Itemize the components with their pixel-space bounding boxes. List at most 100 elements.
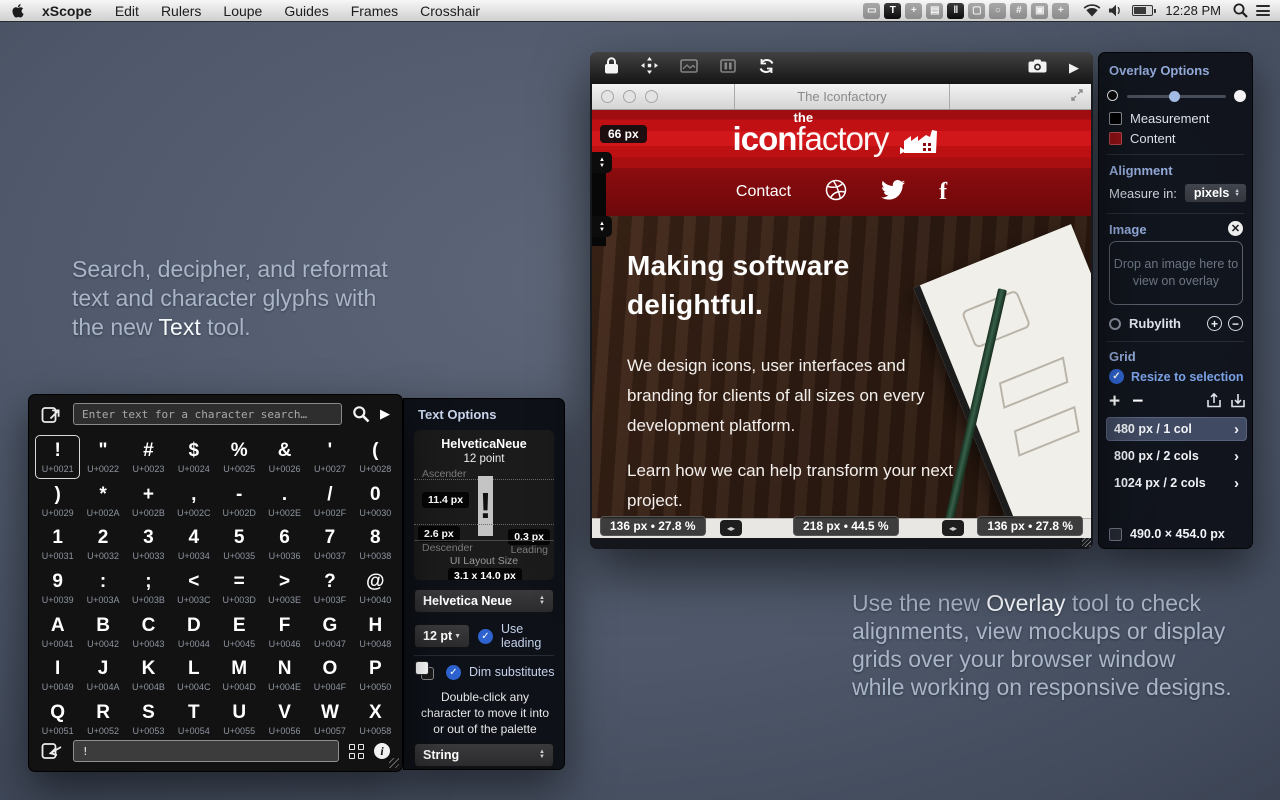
search-icon[interactable] [352,405,370,423]
text-tool-icon[interactable]: T [884,2,902,19]
menu-edit[interactable]: Edit [104,3,150,19]
opacity-slider-knob[interactable] [1169,90,1180,102]
iconfactory-logo[interactable]: the icon factory [733,110,941,158]
wifi-icon[interactable] [1083,3,1101,18]
character-cell[interactable]: % U+0025 [217,435,262,479]
character-cell[interactable]: & U+0026 [262,435,307,479]
grid-view-icon[interactable] [349,743,364,759]
character-cell[interactable]: > U+003E [262,566,307,610]
content-checkbox[interactable] [1109,132,1122,145]
character-cell[interactable]: 4 U+0034 [171,522,216,566]
expand-icon[interactable] [1071,88,1083,106]
spotlight-icon[interactable] [1233,3,1248,18]
character-cell[interactable]: + U+002B [126,479,171,523]
character-cell[interactable]: F U+0046 [262,610,307,654]
crosshair-tool-icon[interactable]: + [905,2,923,19]
grid-preset-1024[interactable]: 1024 px / 2 cols › [1106,471,1247,495]
move-icon[interactable] [641,57,658,79]
string-mode-dropdown[interactable]: String ▲ ▼ [414,743,554,767]
window-minimize-button[interactable] [623,90,636,103]
character-cell[interactable]: ? U+003F [307,566,352,610]
character-cell[interactable]: 1 U+0031 [35,522,80,566]
character-cell[interactable]: 7 U+0037 [307,522,352,566]
apple-menu[interactable] [0,3,36,19]
rubylith-decrease-button[interactable]: − [1228,316,1243,331]
character-cell[interactable]: K U+004B [126,653,171,697]
battery-icon[interactable] [1132,5,1157,16]
character-cell[interactable]: 8 U+0038 [353,522,398,566]
menu-xscope[interactable]: xScope [36,3,104,19]
measure-handle-bottom[interactable]: ▲ ▼ [592,216,612,237]
resize-grip[interactable] [389,758,399,768]
character-cell[interactable]: 0 U+0030 [353,479,398,523]
rubylith-radio[interactable] [1109,317,1121,330]
remove-grid-button[interactable]: − [1132,392,1143,411]
lock-icon[interactable] [604,57,619,79]
twitter-icon[interactable] [881,179,906,205]
measurement-checkbox[interactable] [1109,112,1122,125]
character-cell[interactable]: - U+002D [217,479,262,523]
guides-tool-icon[interactable]: + [1052,2,1070,19]
character-string-input[interactable] [73,740,339,762]
add-grid-button[interactable]: + [1109,392,1120,411]
character-cell[interactable]: P U+0050 [353,653,398,697]
menu-crosshair[interactable]: Crosshair [409,3,491,19]
character-cell[interactable]: 5 U+0035 [217,522,262,566]
character-cell[interactable]: ' U+0027 [307,435,352,479]
run-search-button[interactable]: ▶ [380,406,390,422]
import-grid-icon[interactable] [1231,393,1245,411]
dimensions-tool-icon[interactable]: ▭ [863,2,881,19]
grid-preset-800[interactable]: 800 px / 2 cols › [1106,444,1247,468]
window-zoom-button[interactable] [645,90,658,103]
character-cell[interactable]: N U+004E [262,653,307,697]
character-cell[interactable]: 6 U+0036 [262,522,307,566]
image-overlay-icon[interactable] [680,58,698,78]
character-cell[interactable]: H U+0048 [353,610,398,654]
grid-tool-icon[interactable]: # [1010,2,1028,19]
menu-clock[interactable]: 12:28 PM [1161,3,1225,18]
units-dropdown[interactable]: pixels ▲ ▼ [1183,183,1247,203]
import-text-icon[interactable] [41,741,63,761]
dribbble-icon[interactable] [825,179,847,206]
screenshot-camera-icon[interactable] [1028,59,1047,78]
columns-tool-icon[interactable]: ‖ [947,2,965,19]
character-cell[interactable]: C U+0043 [126,610,171,654]
menu-loupe[interactable]: Loupe [212,3,273,19]
character-cell[interactable]: 2 U+0032 [80,522,125,566]
character-cell[interactable]: $ U+0024 [171,435,216,479]
font-size-dropdown[interactable]: 12 pt ▼ [414,624,470,648]
ruler-tool-icon[interactable]: ▤ [926,2,944,19]
character-cell[interactable]: < U+003C [171,566,216,610]
resize-to-selection-checkbox[interactable]: ✓ [1109,369,1124,384]
character-cell[interactable]: J U+004A [80,653,125,697]
character-cell[interactable]: # U+0023 [126,435,171,479]
nav-contact-link[interactable]: Contact [736,183,791,201]
character-search-input[interactable] [73,403,342,425]
character-cell[interactable]: * U+002A [80,479,125,523]
menu-guides[interactable]: Guides [273,3,339,19]
character-cell[interactable]: A U+0041 [35,610,80,654]
menu-frames[interactable]: Frames [340,3,409,19]
frames-tool-icon[interactable]: ▢ [968,2,986,19]
dim-substitutes-checkbox[interactable]: ✓ [446,664,461,680]
character-cell[interactable]: 3 U+0033 [126,522,171,566]
character-cell[interactable]: " U+0022 [80,435,125,479]
info-icon[interactable]: i [374,743,390,759]
window-close-button[interactable] [601,90,614,103]
character-cell[interactable]: @ U+0040 [353,566,398,610]
character-cell[interactable]: / U+002F [307,479,352,523]
character-cell[interactable]: ) U+0029 [35,479,80,523]
character-cell[interactable]: L U+004C [171,653,216,697]
character-cell[interactable]: , U+002C [171,479,216,523]
measure-handle-top[interactable]: ▲ ▼ [592,152,612,173]
character-cell[interactable]: . U+002E [262,479,307,523]
column-handle[interactable]: ◂▸ [720,520,742,536]
facebook-icon[interactable]: f [939,179,947,206]
character-cell[interactable]: B U+0042 [80,610,125,654]
character-cell[interactable]: M U+004D [217,653,262,697]
character-cell[interactable]: G U+0047 [307,610,352,654]
export-text-icon[interactable] [41,404,63,424]
refresh-icon[interactable] [758,58,775,79]
volume-icon[interactable] [1109,4,1124,17]
font-family-dropdown[interactable]: Helvetica Neue ▲ ▼ [414,589,554,613]
